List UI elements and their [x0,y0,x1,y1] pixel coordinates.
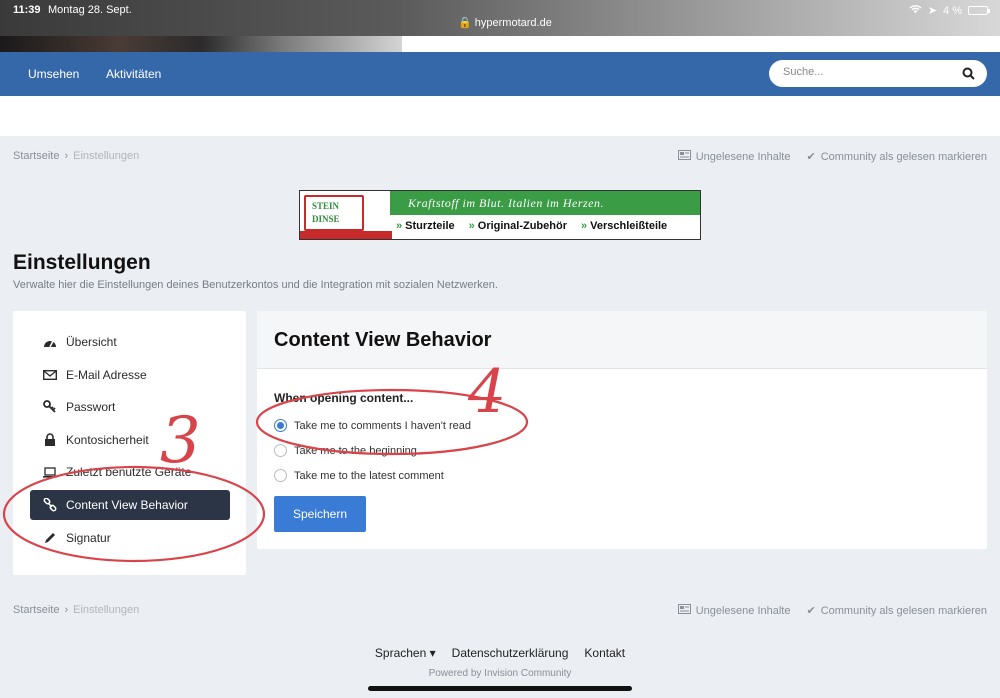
option-unread-comments[interactable]: Take me to comments I haven't read [274,419,471,432]
newspaper-icon [677,604,691,617]
sidebar-item-content-view[interactable]: Content View Behavior [30,490,230,520]
radio-button[interactable] [274,469,287,482]
lock-icon [43,433,57,447]
chevron-right-icon: › [64,150,69,162]
page-subtitle: Verwalte hier die Einstellungen deines B… [13,279,498,291]
pencil-icon [43,531,57,545]
unread-content-link[interactable]: Ungelesene Inhalte [677,150,791,163]
save-button[interactable]: Speichern [274,496,366,532]
mark-read-label: Community als gelesen markieren [820,150,987,163]
option-beginning[interactable]: Take me to the beginning [274,444,417,457]
laptop-icon [43,465,57,479]
link-icon [43,498,57,512]
nav-item-aktivitaeten[interactable]: Aktivitäten [106,67,161,81]
caret-down-icon: ▾ [429,646,436,660]
contact-link[interactable]: Kontakt [584,646,625,660]
sidebar-item-label: Zuletzt benutzte Geräte [66,465,192,479]
option-group-label: When opening content... [274,391,414,405]
ad-item: Verschleißteile [581,220,667,232]
url-text: hypermotard.de [474,17,552,29]
unread-content-label: Ungelesene Inhalte [695,150,791,163]
sidebar-item-label: Content View Behavior [66,498,188,512]
ad-red-band [300,231,392,239]
check-icon: ✔ [806,151,816,163]
mark-read-link[interactable]: ✔ Community als gelesen markieren [806,150,987,164]
radio-button[interactable] [274,444,287,457]
ad-item-list: Sturzteile Original-Zubehör Verschleißte… [396,220,667,232]
sidebar-item-password[interactable]: Passwort [30,392,230,422]
check-icon: ✔ [806,605,816,617]
breadcrumb: Startseite › Einstellungen [13,150,139,162]
breadcrumb-current: Einstellungen [73,150,140,162]
languages-menu[interactable]: Sprachen ▾ [375,646,436,660]
home-indicator [368,686,632,691]
sidebar-item-label: Übersicht [66,335,117,349]
ad-logo-text: STEIN DINSE [312,201,340,224]
settings-sidebar: Übersicht E-Mail Adresse Passwort Kontos… [13,311,246,575]
option-label: Take me to the beginning [294,444,417,457]
unread-content-link[interactable]: Ungelesene Inhalte [677,604,791,617]
panel-title: Content View Behavior [274,329,492,351]
sidebar-item-signature[interactable]: Signatur [30,523,230,553]
sidebar-item-overview[interactable]: Übersicht [30,327,230,357]
footer-links: Sprachen ▾ Datenschutzerklärung Kontakt [0,646,1000,660]
page-title: Einstellungen [13,251,151,274]
panel-header: Content View Behavior [257,311,987,369]
sidebar-item-label: Signatur [66,531,111,545]
mark-read-link[interactable]: ✔ Community als gelesen markieren [806,604,987,618]
breadcrumb-actions: Ungelesene Inhalte ✔ Community als geles… [677,150,987,164]
location-arrow-icon: ➤ [927,5,938,17]
sidebar-item-label: Kontosicherheit [66,433,149,447]
breadcrumb-actions-bottom: Ungelesene Inhalte ✔ Community als geles… [677,604,987,618]
status-date: Montag 28. Sept. [48,4,132,16]
option-latest-comment[interactable]: Take me to the latest comment [274,469,444,482]
radio-button-checked[interactable] [274,419,287,432]
status-indicators: ➤ 4 % [909,4,990,17]
breadcrumb-home[interactable]: Startseite [13,604,59,616]
ad-logo: STEIN DINSE [304,195,364,231]
option-label: Take me to comments I haven't read [294,419,471,432]
battery-icon [968,6,990,15]
search-box [769,60,987,87]
powered-by: Powered by Invision Community [428,668,572,679]
battery-percent: 4 % [943,4,962,17]
address-bar-url[interactable]: 🔒 hypermotard.de [458,16,552,29]
status-time: 11:39 [13,4,41,16]
chevron-right-icon: › [64,604,69,616]
sidebar-item-devices[interactable]: Zuletzt benutzte Geräte [30,457,230,487]
header-banner-image [0,36,402,52]
option-label: Take me to the latest comment [294,469,444,482]
sidebar-item-security[interactable]: Kontosicherheit [30,425,230,455]
header-spacer [0,96,1000,136]
breadcrumb-current: Einstellungen [73,604,140,616]
advertisement-banner[interactable]: STEIN DINSE Kraftstoff im Blut. Italien … [299,190,701,240]
ad-item: Original-Zubehör [469,220,567,232]
search-icon[interactable] [962,67,975,80]
mark-read-label: Community als gelesen markieren [820,604,987,617]
sidebar-item-label: Passwort [66,400,116,414]
languages-label: Sprachen [374,646,427,660]
sidebar-item-email[interactable]: E-Mail Adresse [30,360,230,390]
header-background [402,36,1000,52]
content-view-panel: Content View Behavior When opening conte… [257,311,987,549]
privacy-link[interactable]: Datenschutzerklärung [452,646,569,660]
envelope-icon [43,368,57,382]
nav-item-umsehen[interactable]: Umsehen [28,67,79,81]
sidebar-item-label: E-Mail Adresse [66,368,147,382]
breadcrumb-bottom: Startseite › Einstellungen [13,604,139,616]
key-icon [43,400,57,414]
ad-item: Sturzteile [396,220,455,232]
dashboard-icon [43,335,57,349]
search-input[interactable] [783,66,953,78]
newspaper-icon [677,150,691,163]
unread-content-label: Ungelesene Inhalte [695,604,791,617]
wifi-icon [909,4,922,17]
breadcrumb-home[interactable]: Startseite [13,150,59,162]
device-status-bar: 11:39 Montag 28. Sept. 🔒 hypermotard.de … [0,0,1000,36]
ad-slogan: Kraftstoff im Blut. Italien im Herzen. [408,196,604,210]
